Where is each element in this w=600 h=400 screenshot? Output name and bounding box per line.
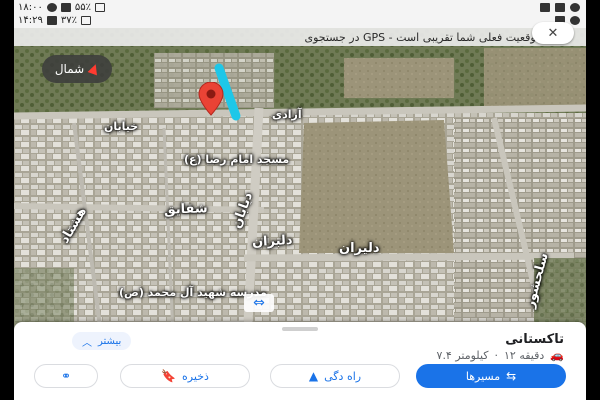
- browser-icon: [570, 3, 580, 12]
- place-distance: ۷.۴ کیلومتر: [436, 349, 489, 362]
- place-title: تاکستانی: [505, 332, 564, 347]
- meta-separator: ·: [494, 349, 499, 362]
- signal-icon: [60, 3, 71, 12]
- map-label-mosque: مسجد امام رضا (ع): [184, 153, 290, 166]
- battery-icon-second: [80, 16, 91, 25]
- map-label-top-left: خیابان: [104, 120, 139, 133]
- swap-icon[interactable]: ⇔: [244, 294, 274, 312]
- save-label: ذخیره: [182, 369, 209, 383]
- navigate-button[interactable]: ▲ راه‌ دگی: [270, 364, 400, 388]
- navigate-label: راه‌ دگی: [324, 369, 362, 383]
- gps-banner: در جستجوی GPS - موقعیت فعلی شما تقریبی ا…: [14, 28, 586, 46]
- directions-label: مسیرها: [465, 369, 501, 383]
- app-icon: [540, 3, 550, 12]
- compass-label: شمال: [54, 62, 85, 76]
- bookmark-icon: 🔖: [161, 369, 177, 383]
- car-icon: 🚗: [550, 349, 564, 362]
- directions-icon: ⇆: [506, 369, 517, 383]
- share-button[interactable]: ⚭: [34, 364, 98, 388]
- share-icon: ⚭: [60, 369, 72, 383]
- map-label-road-center: دلبران: [251, 232, 293, 251]
- location-pin-icon[interactable]: [196, 82, 226, 116]
- place-duration: ۱۲ دقیقه: [504, 349, 545, 362]
- directions-button[interactable]: مسیرها ⇆: [416, 364, 566, 388]
- gps-banner-text: در جستجوی GPS - موقعیت فعلی شما تقریبی ا…: [304, 30, 542, 44]
- navigation-arrow-icon: ▲: [308, 369, 319, 383]
- wifi-icon: [46, 16, 57, 25]
- status-battery: ۵۵٪: [74, 1, 91, 13]
- notification-icon: [46, 3, 57, 12]
- sheet-handle[interactable]: [282, 327, 318, 331]
- compass-button[interactable]: شمال: [42, 55, 112, 83]
- chevron-up-icon: ︿: [82, 337, 92, 349]
- north-arrow-icon: [87, 62, 101, 76]
- screenshot-frame: ۱۸:۰۰ ۵۵٪ ۱۴:۲۹ ۳۷٪ آزادی خیابان مسجد ام…: [0, 0, 600, 400]
- map-label-road-center2: دلیران: [339, 241, 380, 256]
- place-meta: ۷.۴ کیلومتر · ۱۲ دقیقه 🚗: [437, 349, 564, 362]
- action-bar: مسیرها ⇆ ▲ راه‌ دگی 🔖 ذخیره ⚭: [34, 364, 580, 390]
- location-icon: [570, 16, 580, 25]
- close-button[interactable]: ✕: [532, 22, 574, 44]
- place-sheet[interactable]: تاکستانی ۷.۴ کیلومتر · ۱۲ دقیقه 🚗 ︿ بیشت…: [14, 322, 586, 400]
- status-clock: ۱۴:۲۹: [18, 14, 43, 26]
- map-label-top-road: آزادی: [272, 108, 302, 121]
- battery-icon: [94, 3, 105, 12]
- status-time: ۱۸:۰۰: [18, 1, 43, 13]
- more-button[interactable]: ︿ بیشتر: [72, 332, 132, 350]
- more-label: بیشتر: [98, 335, 122, 347]
- status-bar: ۱۸:۰۰ ۵۵٪ ۱۴:۲۹ ۳۷٪: [14, 0, 586, 28]
- map-label-road-mid: شقایق: [163, 201, 208, 218]
- chat-icon: [555, 3, 565, 12]
- status-battery-second: ۳۷٪: [60, 14, 77, 26]
- save-button[interactable]: 🔖 ذخیره: [120, 364, 250, 388]
- close-icon: ✕: [547, 25, 559, 41]
